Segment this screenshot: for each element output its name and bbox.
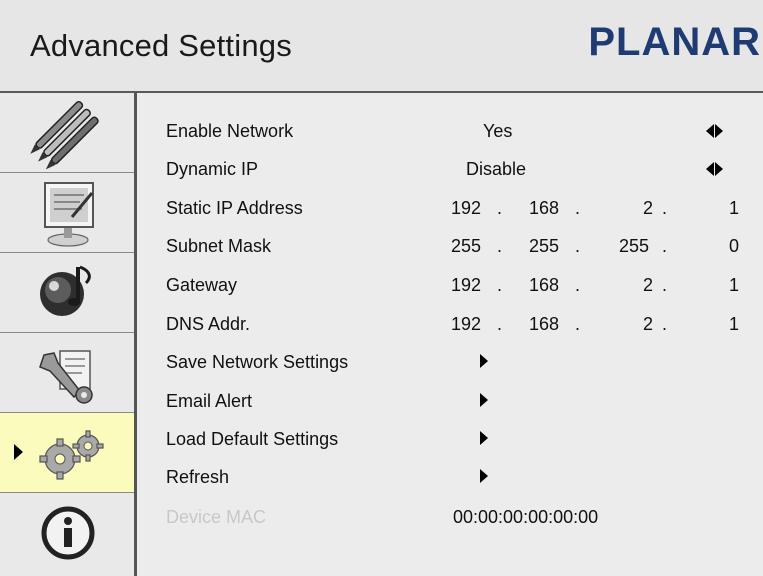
- separator: .: [497, 198, 503, 218]
- brand-logo: PLANAR: [588, 20, 761, 64]
- refresh-label: Refresh: [166, 467, 230, 487]
- row-device-mac: Device MAC 00:00:00:00:00:00: [137, 501, 763, 531]
- gateway-octet-1[interactable]: 192: [451, 275, 481, 296]
- gateway-label: Gateway: [166, 275, 238, 295]
- static-ip-octet-2[interactable]: 168: [529, 198, 559, 219]
- gateway-octet-2[interactable]: 168: [529, 275, 559, 296]
- dns-addr-label: DNS Addr.: [166, 314, 251, 334]
- device-mac-value: 00:00:00:00:00:00: [453, 507, 599, 527]
- row-email-alert[interactable]: Email Alert: [137, 385, 763, 415]
- right-arrow-icon[interactable]: [480, 431, 488, 445]
- separator: .: [575, 198, 581, 218]
- device-mac-label: Device MAC: [166, 507, 267, 527]
- separator: .: [497, 275, 503, 295]
- settings-panel: Enable Network Yes Dynamic IP Disable St…: [137, 93, 763, 576]
- separator: .: [497, 314, 503, 334]
- separator: .: [662, 236, 668, 256]
- page-title: Advanced Settings: [30, 28, 292, 63]
- dns-octet-2[interactable]: 168: [529, 314, 559, 335]
- separator: .: [662, 314, 668, 334]
- left-right-arrow-icon[interactable]: [706, 124, 724, 138]
- separator: .: [662, 275, 668, 295]
- monitor-icon: [44, 182, 94, 247]
- separator: .: [497, 236, 503, 256]
- row-refresh[interactable]: Refresh: [137, 461, 763, 491]
- separator: .: [575, 314, 581, 334]
- gateway-octet-3[interactable]: 2: [643, 275, 653, 296]
- subnet-mask-octet-4[interactable]: 0: [729, 236, 739, 257]
- sidebar-item-information[interactable]: [0, 493, 134, 572]
- row-save-network-settings[interactable]: Save Network Settings: [137, 346, 763, 376]
- separator: .: [575, 236, 581, 256]
- row-enable-network[interactable]: Enable Network Yes: [137, 115, 763, 145]
- row-load-default-settings[interactable]: Load Default Settings: [137, 423, 763, 453]
- row-gateway[interactable]: Gateway 192 . 168 . 2 . 1: [137, 269, 763, 299]
- dns-octet-4[interactable]: 1: [729, 314, 739, 335]
- right-arrow-icon[interactable]: [480, 469, 488, 483]
- left-right-arrow-icon[interactable]: [706, 162, 724, 176]
- sidebar-item-advanced[interactable]: [0, 413, 134, 493]
- email-alert-label: Email Alert: [166, 391, 253, 411]
- subnet-mask-octet-2[interactable]: 255: [529, 236, 559, 257]
- static-ip-octet-3[interactable]: 2: [643, 198, 653, 219]
- row-dns-addr[interactable]: DNS Addr. 192 . 168 . 2 . 1: [137, 308, 763, 338]
- right-arrow-icon[interactable]: [480, 354, 488, 368]
- gateway-octet-4[interactable]: 1: [729, 275, 739, 296]
- save-network-settings-label: Save Network Settings: [166, 352, 349, 372]
- dynamic-ip-value[interactable]: Disable: [466, 159, 526, 180]
- separator: .: [662, 198, 668, 218]
- sidebar-item-display[interactable]: [0, 173, 134, 253]
- load-default-settings-label: Load Default Settings: [166, 429, 339, 449]
- dynamic-ip-label: Dynamic IP: [166, 159, 259, 179]
- subnet-mask-octet-1[interactable]: 255: [451, 236, 481, 257]
- dns-octet-3[interactable]: 2: [643, 314, 653, 335]
- dns-octet-1[interactable]: 192: [451, 314, 481, 335]
- header-bar: Advanced Settings PLANAR: [0, 0, 763, 93]
- info-icon: [41, 506, 95, 560]
- sidebar-item-tools[interactable]: [0, 333, 134, 413]
- pens-icon: [30, 100, 99, 170]
- separator: .: [575, 275, 581, 295]
- tools-icon: [39, 350, 93, 404]
- row-static-ip[interactable]: Static IP Address 192 . 168 . 2 . 1: [137, 192, 763, 222]
- audio-icon: [40, 265, 91, 316]
- row-dynamic-ip[interactable]: Dynamic IP Disable: [137, 153, 763, 183]
- sidebar: [0, 93, 137, 576]
- osd-menu: Advanced Settings PLANAR Enable Network …: [0, 0, 763, 576]
- row-subnet-mask[interactable]: Subnet Mask 255 . 255 . 255 . 0: [137, 230, 763, 260]
- gears-icon: [39, 430, 104, 480]
- static-ip-octet-1[interactable]: 192: [451, 198, 481, 219]
- sidebar-item-pens[interactable]: [0, 93, 134, 173]
- sidebar-item-audio[interactable]: [0, 253, 134, 333]
- right-arrow-icon[interactable]: [480, 393, 488, 407]
- subnet-mask-octet-3[interactable]: 255: [619, 236, 649, 257]
- subnet-mask-label: Subnet Mask: [166, 236, 272, 256]
- static-ip-label: Static IP Address: [166, 198, 303, 218]
- enable-network-label: Enable Network: [166, 121, 294, 141]
- enable-network-value[interactable]: Yes: [483, 121, 512, 142]
- static-ip-octet-4[interactable]: 1: [729, 198, 739, 219]
